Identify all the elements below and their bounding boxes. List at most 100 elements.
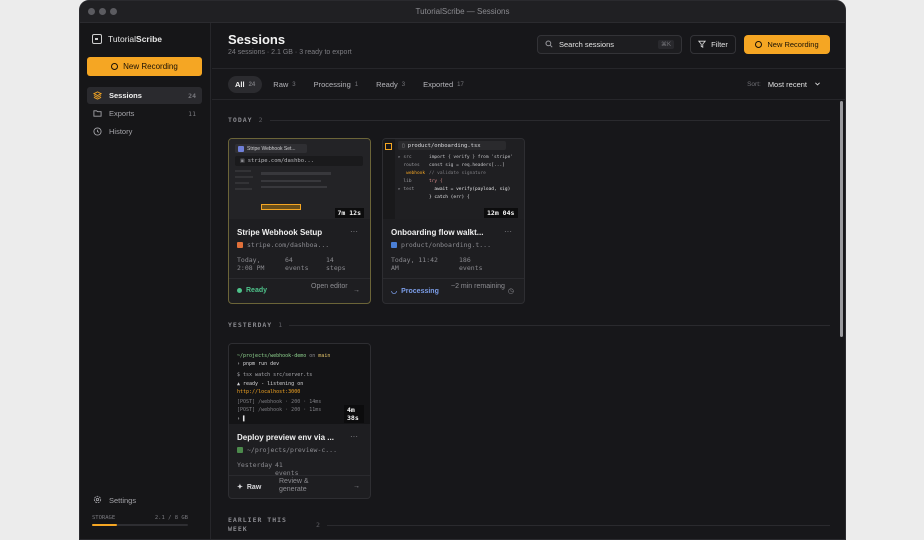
storage-value: 2.1 / 8 GB — [154, 515, 188, 521]
more-icon[interactable]: ··· — [350, 432, 358, 441]
sidebar-nav: Sessions 24 Exports 11 History — [87, 87, 202, 141]
sidebar-new-recording-button[interactable]: New Recording — [87, 57, 202, 76]
card-source-text: ~/projects/preview-c... — [247, 446, 338, 454]
main-content: Sessions 24 sessions · 2.1 GB · 3 ready … — [212, 23, 845, 539]
more-icon[interactable]: ··· — [504, 227, 512, 236]
card-divider — [229, 278, 370, 279]
editor-tab: ▯ product/onboarding.tsx — [398, 141, 506, 150]
section-today: TODAY 2 — [228, 116, 830, 124]
sidebar-item-count: 24 — [188, 91, 196, 100]
section-line — [326, 524, 830, 526]
arrow-right-icon[interactable]: → — [353, 287, 360, 294]
scrollbar[interactable] — [839, 100, 845, 539]
status-label: Raw — [246, 483, 262, 491]
more-icon[interactable]: ··· — [350, 227, 358, 236]
sidebar-item-sessions[interactable]: Sessions 24 — [87, 87, 202, 104]
page-content-placeholder — [261, 172, 331, 175]
sidebar-item-label: History — [109, 127, 133, 136]
section-label: TODAY — [228, 116, 253, 124]
tab-all[interactable]: All 24 — [228, 76, 263, 93]
source-favicon-icon — [237, 242, 243, 248]
page-title: Sessions — [228, 32, 286, 47]
card-events: 64 events — [285, 256, 309, 272]
card-divider — [229, 475, 370, 476]
section-label: EARLIER THIS WEEK — [228, 516, 287, 533]
card-action-button[interactable]: Review & generate — [279, 478, 323, 494]
tree-item: ▸ src — [398, 155, 412, 160]
lock-icon: ▣ — [240, 158, 245, 164]
arrow-right-icon[interactable]: → — [353, 483, 360, 490]
filter-label: Filter — [711, 40, 728, 49]
record-icon — [755, 41, 763, 48]
duration-badge: 4m 38s — [344, 405, 364, 423]
tab-count: 1 — [354, 81, 359, 88]
terminal-line: [POST] /webhook · 200 · 11ms — [237, 407, 322, 413]
session-card[interactable]: ▯ product/onboarding.tsx ▸ src routes we… — [382, 138, 525, 304]
clock-icon: ◷ — [507, 288, 514, 295]
code-line: } catch (err) { — [429, 195, 470, 200]
tree-item: ▸ test — [398, 187, 415, 192]
browser-urlbar: ▣ stripe.com/dashbo... — [235, 156, 363, 166]
page-subtitle: 24 sessions · 2.1 GB · 3 ready to export — [228, 49, 352, 56]
section-line — [289, 324, 830, 326]
raw-dot-icon: ✦ — [237, 484, 243, 491]
section-label: YESTERDAY — [228, 321, 273, 329]
gear-icon — [93, 495, 102, 506]
logo-icon — [92, 34, 102, 44]
card-events: 186 events — [459, 256, 483, 272]
card-date: Yesterday — [237, 461, 273, 469]
card-action-button[interactable]: Open editor — [311, 283, 351, 291]
record-icon — [111, 63, 119, 70]
file-tree: ▸ src routes webhook lib ▸ test — [398, 154, 428, 194]
tab-count: 3 — [292, 81, 296, 88]
status-label: Ready — [246, 287, 268, 294]
filter-button[interactable]: Filter — [690, 35, 736, 54]
sidebar-item-label: Sessions — [109, 91, 142, 100]
filter-tabs: All 24 Raw 3 Processing 1 Ready 3 Exported 17 — [228, 76, 471, 93]
chevron-down-icon — [814, 80, 821, 89]
titlebar: TutorialScribe — Sessions — [80, 1, 845, 23]
card-thumbnail: Stripe Webhook Set... ▣ stripe.com/dashb… — [229, 139, 370, 219]
card-source-text: product/onboarding.t... — [401, 241, 492, 249]
storage-bar-fill — [92, 524, 117, 526]
section-count: 1 — [278, 321, 284, 329]
page-sidebar-placeholder — [235, 170, 255, 212]
card-title: Onboarding flow walkt... — [391, 228, 484, 237]
sidebar-item-history[interactable]: History — [87, 123, 202, 140]
terminal-line: ▲ ready - listening on — [237, 381, 304, 387]
new-recording-button[interactable]: New Recording — [744, 35, 830, 54]
spinner-icon: ◡ — [391, 288, 398, 295]
tab-processing[interactable]: Processing 1 — [307, 76, 365, 93]
search-input[interactable]: Search sessions ⌘K — [537, 35, 682, 54]
storage-meter: STORAGE 2.1 / 8 GB — [92, 515, 188, 526]
scrollbar-thumb[interactable] — [840, 101, 843, 337]
search-shortcut: ⌘K — [657, 40, 674, 49]
tab-exported[interactable]: Exported 17 — [416, 76, 471, 93]
tree-item: routes — [403, 163, 420, 168]
file-icon: ▯ — [402, 142, 405, 149]
app-window: TutorialScribe — Sessions TutorialScribe… — [79, 0, 846, 540]
terminal-line: [POST] /webhook · 200 · 14ms — [237, 399, 322, 405]
sidebar-item-label: Exports — [109, 109, 135, 118]
session-card[interactable]: ~/projects/webhook-demo on main › pnpm r… — [228, 343, 371, 499]
code-line: try { — [429, 179, 443, 184]
tab-count: 3 — [401, 81, 406, 88]
ready-dot-icon — [237, 288, 242, 293]
sidebar-item-settings[interactable]: Settings — [93, 495, 136, 506]
tab-label: Ready — [376, 80, 398, 89]
sort-control[interactable]: Sort: Most recent — [747, 80, 821, 89]
header-divider — [212, 68, 845, 69]
page-content-placeholder — [261, 186, 327, 188]
section-earlier-this-week: EARLIER THIS WEEK 2 — [228, 516, 830, 534]
sidebar-item-count: 11 — [188, 109, 196, 118]
tab-raw[interactable]: Raw 3 — [266, 76, 302, 93]
section-count: 2 — [316, 521, 321, 529]
sidebar-item-exports[interactable]: Exports 11 — [87, 105, 202, 122]
status-badge: Ready — [237, 287, 267, 294]
session-card[interactable]: Stripe Webhook Set... ▣ stripe.com/dashb… — [228, 138, 371, 304]
settings-label: Settings — [109, 496, 137, 505]
card-title: Deploy preview env via ... — [237, 433, 334, 442]
tab-ready[interactable]: Ready 3 — [369, 76, 412, 93]
terminal-cursor: › ▌ — [237, 416, 247, 422]
source-file-icon — [391, 242, 397, 248]
